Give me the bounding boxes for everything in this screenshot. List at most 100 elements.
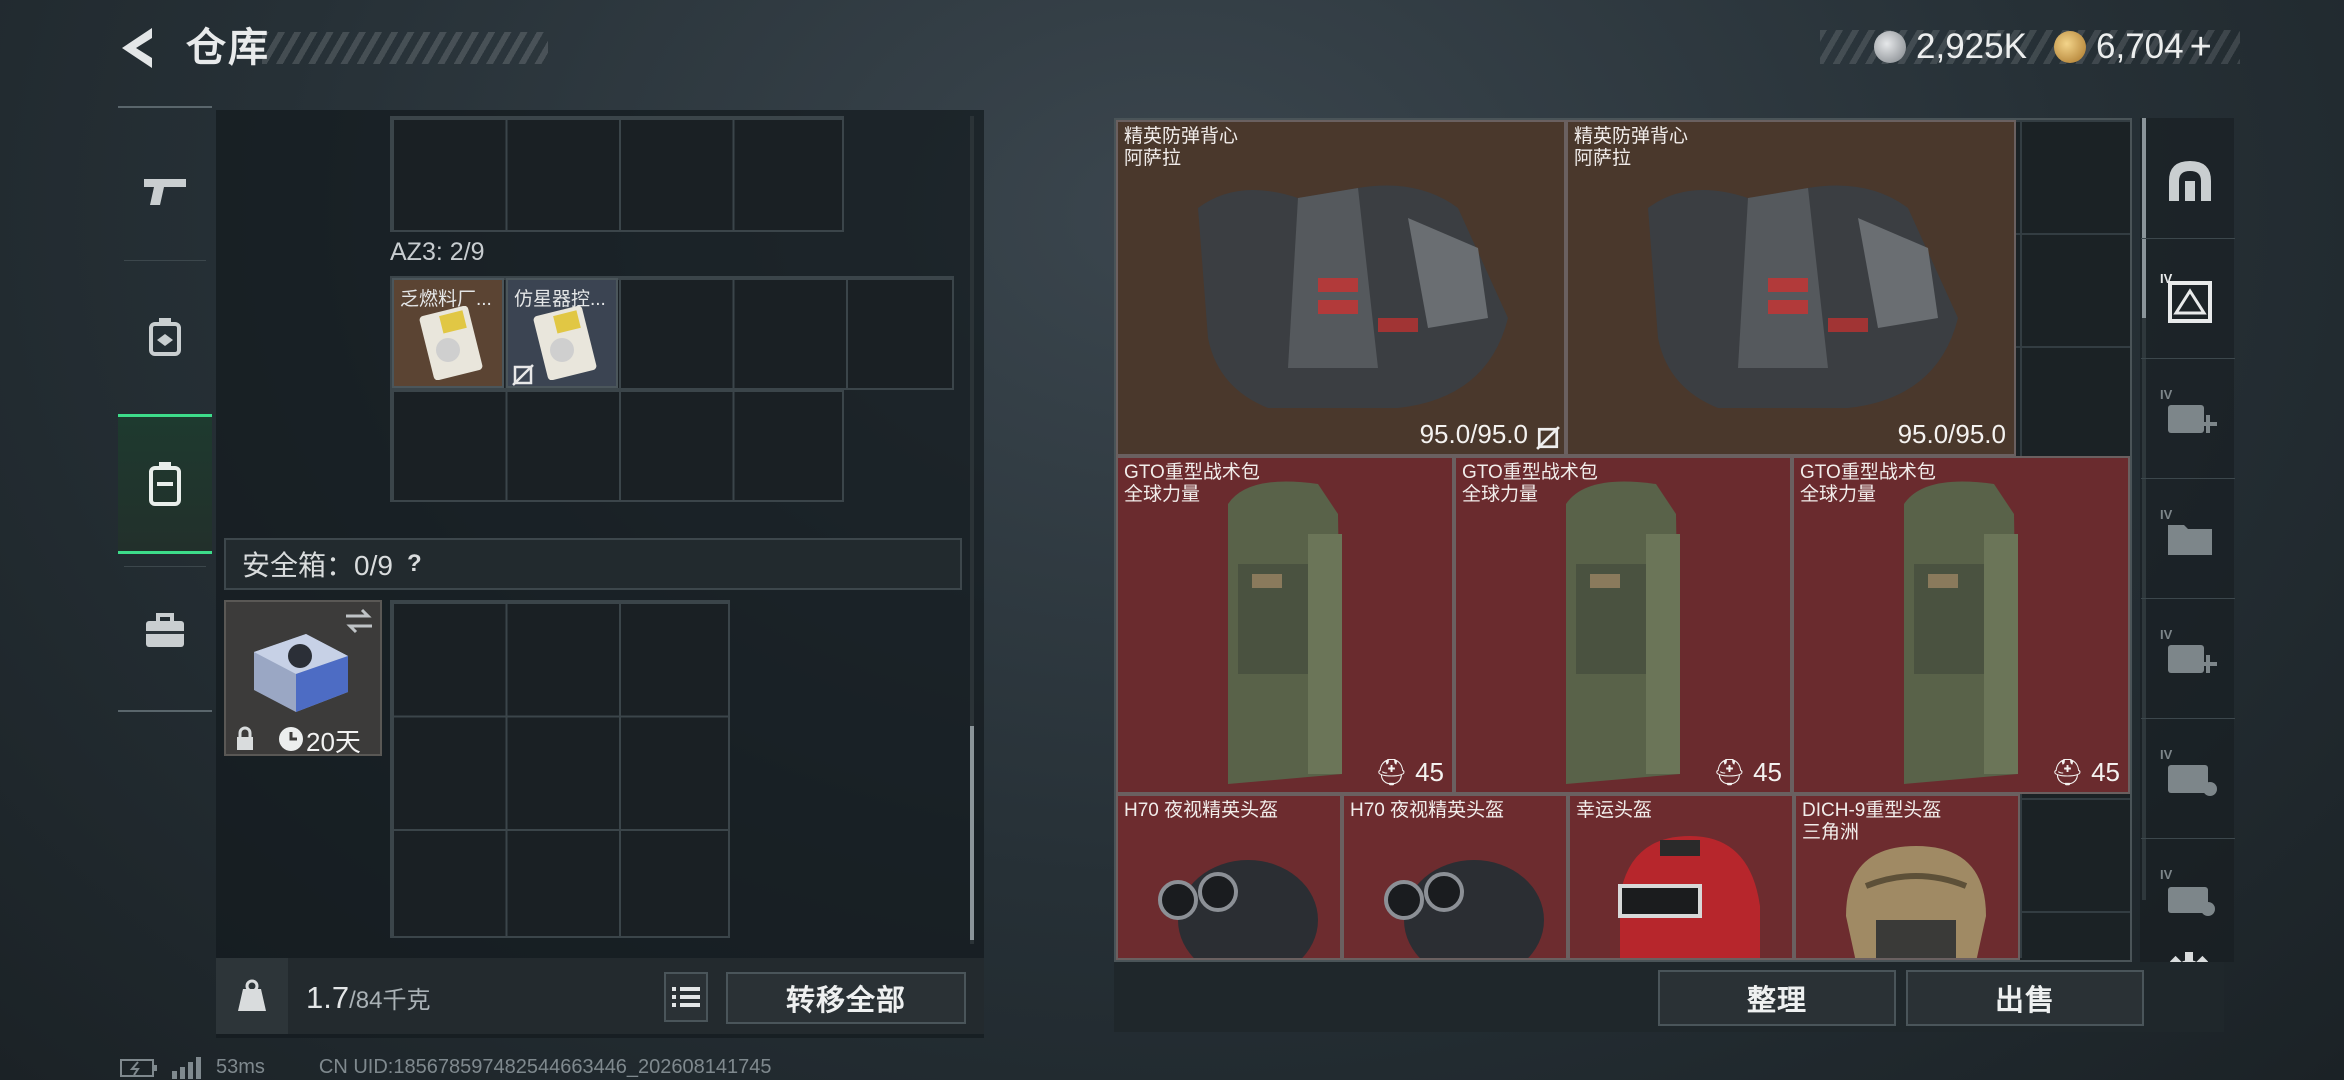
lock-icon (237, 726, 253, 750)
durability-value: 95.0/95.0 (1419, 419, 1528, 449)
silver-amount: 2,925K (1916, 27, 2027, 66)
tactical-backpack-icon (1566, 481, 1680, 784)
briefcase-icon (146, 613, 184, 647)
safe-box-header: 安全箱：0/9 ? (224, 538, 962, 590)
stash-tab-iv-medkit-add[interactable]: IV (2150, 378, 2230, 450)
clock-icon (279, 727, 303, 751)
iv-folder-icon: IV (2160, 507, 2212, 555)
sort-button[interactable]: 整理 (1658, 970, 1896, 1026)
capacity-value: ⛑ 45 (1374, 757, 1444, 787)
add-currency-button[interactable]: + (2190, 26, 2212, 69)
capacity-icon: ⛑ (1374, 757, 1416, 787)
stash-item-backpack[interactable]: GTO重型战术包 全球力量 ⛑ 45 (1454, 456, 1792, 794)
inventory-item[interactable]: 乏燃料厂... (392, 278, 504, 388)
sell-button[interactable]: 出售 (1906, 970, 2144, 1026)
stash-tab-iv-folder[interactable]: IV (2150, 498, 2230, 570)
safe-box-label: 安全箱：0/9 (242, 550, 393, 581)
silver-coin-icon (1874, 31, 1906, 63)
svg-text:IV: IV (2160, 507, 2173, 522)
safe-case-icon (254, 634, 348, 712)
stash-scrollbar[interactable] (2142, 118, 2146, 900)
stash-tab-iv-case[interactable]: IV (2150, 858, 2230, 930)
safe-box-item[interactable]: 20天 (224, 600, 382, 757)
gold-currency[interactable]: 6,704 + (2054, 26, 2212, 68)
status-bar: 53ms CN UID:185678597482544663446_202608… (120, 1056, 772, 1079)
item-name: H70 夜视精英头盔 (1350, 800, 1505, 821)
stash-item-helmet[interactable]: DICH-9重型头盔 三角洲 (1794, 794, 2020, 960)
help-button[interactable]: ? (407, 550, 422, 578)
backpack-grid-bottom (390, 388, 844, 502)
svg-text:IV: IV (2160, 627, 2173, 642)
svg-text:IV: IV (2160, 747, 2173, 762)
stash-scrollbar-thumb[interactable] (2142, 118, 2146, 318)
weight-icon (238, 979, 266, 1011)
night-vision-helmet-icon (1384, 860, 1544, 958)
signal-icon (172, 1056, 201, 1079)
list-view-button[interactable] (664, 972, 708, 1022)
inventory-item[interactable]: 仿星器控... (506, 278, 618, 388)
capacity-value: ⛑ 45 (1712, 757, 1782, 787)
back-arrow-icon[interactable] (112, 22, 164, 74)
item-name: 幸运头盔 (1576, 800, 1653, 821)
svg-text:IV: IV (2160, 867, 2173, 882)
chest-rig-icon (149, 318, 181, 356)
no-insure-icon (1536, 426, 1560, 450)
az3-label: AZ3: 2/9 (390, 238, 485, 266)
backpack-grid-top (390, 116, 844, 232)
armor-vest-icon (1648, 185, 1958, 408)
weight-readout: 1.7/84千克 (306, 980, 430, 1016)
item-card-icon (419, 306, 483, 380)
scrollbar-track[interactable] (970, 116, 974, 944)
tab-chest-rig[interactable] (118, 272, 212, 402)
iv-equipment-icon: IV (2160, 271, 2212, 323)
list-icon (672, 987, 700, 1007)
night-vision-helmet-icon (1158, 860, 1318, 958)
iv-container-icon: IV (2160, 747, 2217, 796)
transfer-all-button[interactable]: 转移全部 (726, 972, 966, 1024)
iv-medkit-icon: IV (2160, 627, 2217, 673)
title-decoration (262, 32, 548, 64)
scrollbar-thumb[interactable] (970, 726, 974, 940)
item-name: 精英防弹背心 阿萨拉 (1574, 126, 1689, 169)
iv-medkit-add-icon: IV (2160, 387, 2217, 433)
weight-max: /84千克 (349, 987, 431, 1014)
tab-briefcase[interactable] (118, 566, 212, 696)
ping-value: 53ms (216, 1056, 265, 1078)
stash-tab-iv-medkit[interactable]: IV (2150, 618, 2230, 690)
battery-icon (120, 1058, 157, 1077)
safe-timer: 20天 (306, 727, 361, 757)
tab-weapon[interactable] (118, 126, 212, 256)
stash-tab-iv-container[interactable]: IV (2150, 738, 2230, 810)
stash-tab-iv-equipment[interactable]: IV (2150, 262, 2230, 334)
iv-case-icon: IV (2160, 867, 2215, 916)
capacity-icon: ⛑ (2050, 757, 2092, 787)
armor-vest-icon (1198, 185, 1508, 408)
tab-backpack[interactable] (118, 414, 212, 554)
stash-item-backpack[interactable]: GTO重型战术包 全球力量 ⛑ 45 (1116, 456, 1454, 794)
item-name: 精英防弹背心 阿萨拉 (1124, 126, 1239, 169)
lucky-helmet-icon (1618, 836, 1760, 958)
capacity-value: ⛑ 45 (2050, 757, 2120, 787)
svg-text:IV: IV (2160, 387, 2173, 402)
backpack-icon (149, 462, 181, 506)
tactical-backpack-icon (1904, 481, 2018, 784)
stash-item-vest[interactable]: 精英防弹背心 阿萨拉 95.0/95.0 (1566, 120, 2016, 456)
safe-box-grid (390, 600, 730, 938)
stash-tab-all[interactable] (2150, 144, 2230, 216)
item-name: H70 夜视精英头盔 (1124, 800, 1279, 821)
stash-item-backpack[interactable]: GTO重型战术包 全球力量 ⛑ 45 (1792, 456, 2130, 794)
stash-item-helmet[interactable]: H70 夜视精英头盔 (1116, 794, 1342, 960)
swap-icon[interactable] (344, 608, 374, 634)
uid-text: CN UID:185678597482544663446_20260814174… (318, 1056, 772, 1078)
weight-indicator (216, 958, 288, 1034)
stash-item-helmet[interactable]: 幸运头盔 (1568, 794, 1794, 960)
page-title: 仓库 (186, 26, 270, 70)
stash-item-vest[interactable]: 精英防弹背心 阿萨拉 95.0/95.0 (1116, 120, 1566, 456)
item-card-icon (533, 306, 597, 380)
stash-item-helmet[interactable]: H70 夜视精英头盔 (1342, 794, 1568, 960)
durability-value: 95.0/95.0 (1897, 419, 2006, 449)
silver-currency: 2,925K (1874, 26, 2027, 68)
weight-current: 1.7 (306, 980, 350, 1015)
pistol-icon (144, 179, 186, 205)
gold-coin-icon (2054, 31, 2086, 63)
